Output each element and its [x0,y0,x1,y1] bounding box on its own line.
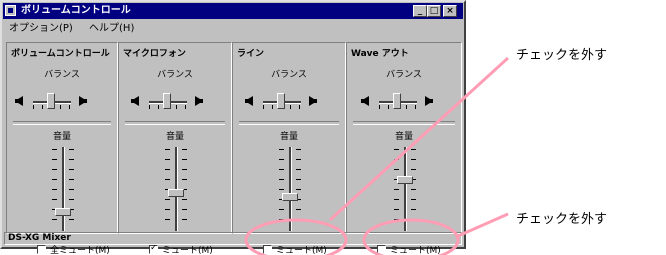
annotation-label-2: チェックを外す [516,212,608,227]
callout-line-1 [328,56,510,222]
annotation-label-1: チェックを外す [516,48,608,63]
callout-line-2 [457,212,509,238]
highlight-ellipse-line-mute [244,218,348,255]
highlight-ellipse-wave-mute [362,218,460,255]
screenshot-stage: ボリュームコントロール _ □ × オプション(P) ヘルプ(H) ボリュームコ… [0,0,666,255]
